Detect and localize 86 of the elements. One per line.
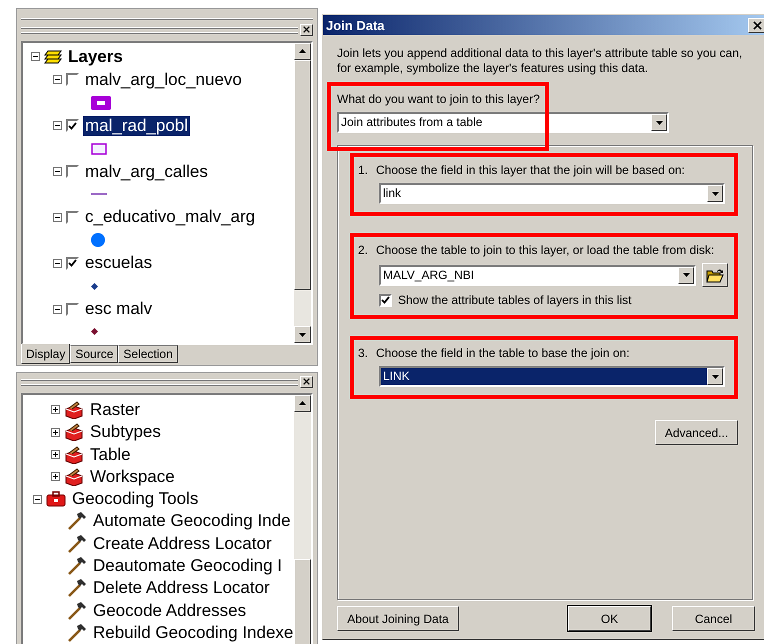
layers-icon — [44, 48, 62, 65]
collapse-icon[interactable] — [53, 121, 62, 130]
arrow-up-icon — [299, 49, 306, 54]
tree-item[interactable]: Subtypes — [88, 422, 163, 442]
tree-item[interactable]: Layers — [66, 46, 125, 67]
step-label: Choose the field in this layer that the join will be based on: — [376, 163, 685, 177]
tree-item[interactable]: Geocoding Tools — [70, 489, 200, 510]
step-label: Choose the table to join to this layer, or load the table from disk: — [376, 243, 714, 257]
advanced-button[interactable]: Advanced... — [655, 420, 738, 445]
tree-item[interactable]: Delete Address Locator — [91, 578, 272, 598]
checkbox-label: Show the attribute tables of layers in this list — [398, 293, 632, 307]
step-number: 3. — [358, 346, 368, 360]
close-button[interactable] — [748, 18, 764, 32]
scrollbar[interactable] — [294, 42, 311, 344]
checkbox[interactable] — [379, 294, 392, 306]
collapse-icon[interactable] — [53, 75, 62, 84]
grip-bar[interactable] — [21, 378, 298, 385]
collapse-icon[interactable] — [53, 167, 62, 176]
expand-icon[interactable] — [51, 428, 60, 437]
open-folder-icon — [706, 268, 724, 282]
collapse-icon[interactable] — [53, 258, 62, 268]
layer-name[interactable]: escuelas — [83, 253, 154, 274]
join-type-dropdown[interactable]: Join attributes from a table — [337, 112, 669, 133]
expand-icon[interactable] — [51, 472, 60, 482]
toolbox-icon — [46, 491, 66, 508]
layer-name[interactable]: mal_rad_pobl — [83, 116, 190, 136]
layer-name[interactable]: esc malv — [83, 299, 154, 320]
dialog-button[interactable]: OK — [568, 606, 651, 631]
close-icon — [303, 26, 310, 34]
toolbox-icon — [64, 468, 84, 486]
window-title: Join Data — [326, 18, 385, 32]
grip-bar[interactable] — [21, 26, 298, 33]
collapse-icon[interactable] — [33, 494, 42, 504]
layer-name[interactable]: c_educativo_malv_arg — [83, 207, 258, 228]
expand-icon[interactable] — [51, 405, 60, 414]
toolbox-icon — [64, 400, 84, 419]
expand-icon[interactable] — [51, 450, 60, 460]
close-button[interactable] — [300, 376, 313, 388]
checkmark-icon — [381, 296, 390, 304]
question-label: What do you want to join to this layer? — [337, 92, 541, 106]
checkmark-icon — [68, 122, 77, 130]
collapse-icon[interactable] — [53, 212, 62, 222]
tree-item[interactable]: Table — [88, 444, 133, 465]
dialog-button[interactable]: Cancel — [672, 606, 755, 631]
browse-button[interactable] — [702, 263, 728, 287]
close-button[interactable] — [300, 24, 313, 36]
tree-item[interactable]: Geocode Addresses — [91, 600, 248, 621]
tree-item[interactable]: Raster — [88, 400, 142, 420]
dialog-button[interactable]: About Joining Data — [337, 606, 459, 631]
close-icon — [752, 20, 762, 30]
hammer-icon — [68, 602, 87, 620]
close-icon — [303, 378, 310, 386]
tree-item[interactable]: Deautomate Geocoding I — [91, 556, 284, 576]
hammer-icon — [68, 624, 87, 642]
hammer-icon — [68, 557, 87, 576]
layer-name[interactable]: malv_arg_loc_nuevo — [83, 70, 244, 90]
arrow-down-icon — [712, 374, 718, 378]
toolbox-icon — [64, 423, 84, 442]
hammer-icon — [68, 579, 87, 598]
arrow-down-icon — [299, 332, 306, 337]
collapse-icon[interactable] — [53, 304, 62, 314]
panel-tab[interactable]: Source — [70, 345, 118, 364]
panel-tab[interactable]: Display — [21, 344, 70, 364]
tree-item[interactable]: Rebuild Geocoding Indexe — [91, 622, 294, 643]
hammer-icon — [68, 512, 87, 530]
field-dropdown[interactable]: MALV_ARG_NBI — [379, 264, 696, 286]
tree-item[interactable]: Automate Geocoding Inde — [91, 511, 293, 532]
toolbox-icon — [64, 446, 84, 464]
hammer-icon — [68, 534, 87, 553]
scrollbar[interactable] — [294, 394, 311, 644]
arrow-down-icon — [682, 273, 690, 277]
step-number: 2. — [358, 243, 368, 257]
description-text: Join lets you append additional data to this layer's attribute table so you can, for example, symbolize the layer's features using this data. — [337, 46, 744, 76]
step-label: Choose the field in the table to base the join on: — [376, 346, 630, 360]
tree-item[interactable]: Create Address Locator — [91, 534, 274, 554]
field-dropdown[interactable]: link — [379, 183, 725, 204]
arrow-down-icon — [656, 120, 662, 124]
layer-name[interactable]: malv_arg_calles — [83, 162, 210, 182]
arrow-up-icon — [299, 401, 306, 406]
panel-tab[interactable]: Selection — [118, 345, 178, 364]
checkmark-icon — [68, 259, 77, 268]
field-dropdown[interactable]: LINK — [379, 366, 725, 387]
step-number: 1. — [358, 163, 368, 177]
collapse-icon[interactable] — [31, 52, 40, 62]
tree-item[interactable]: Workspace — [88, 466, 177, 487]
arrow-down-icon — [712, 192, 718, 196]
